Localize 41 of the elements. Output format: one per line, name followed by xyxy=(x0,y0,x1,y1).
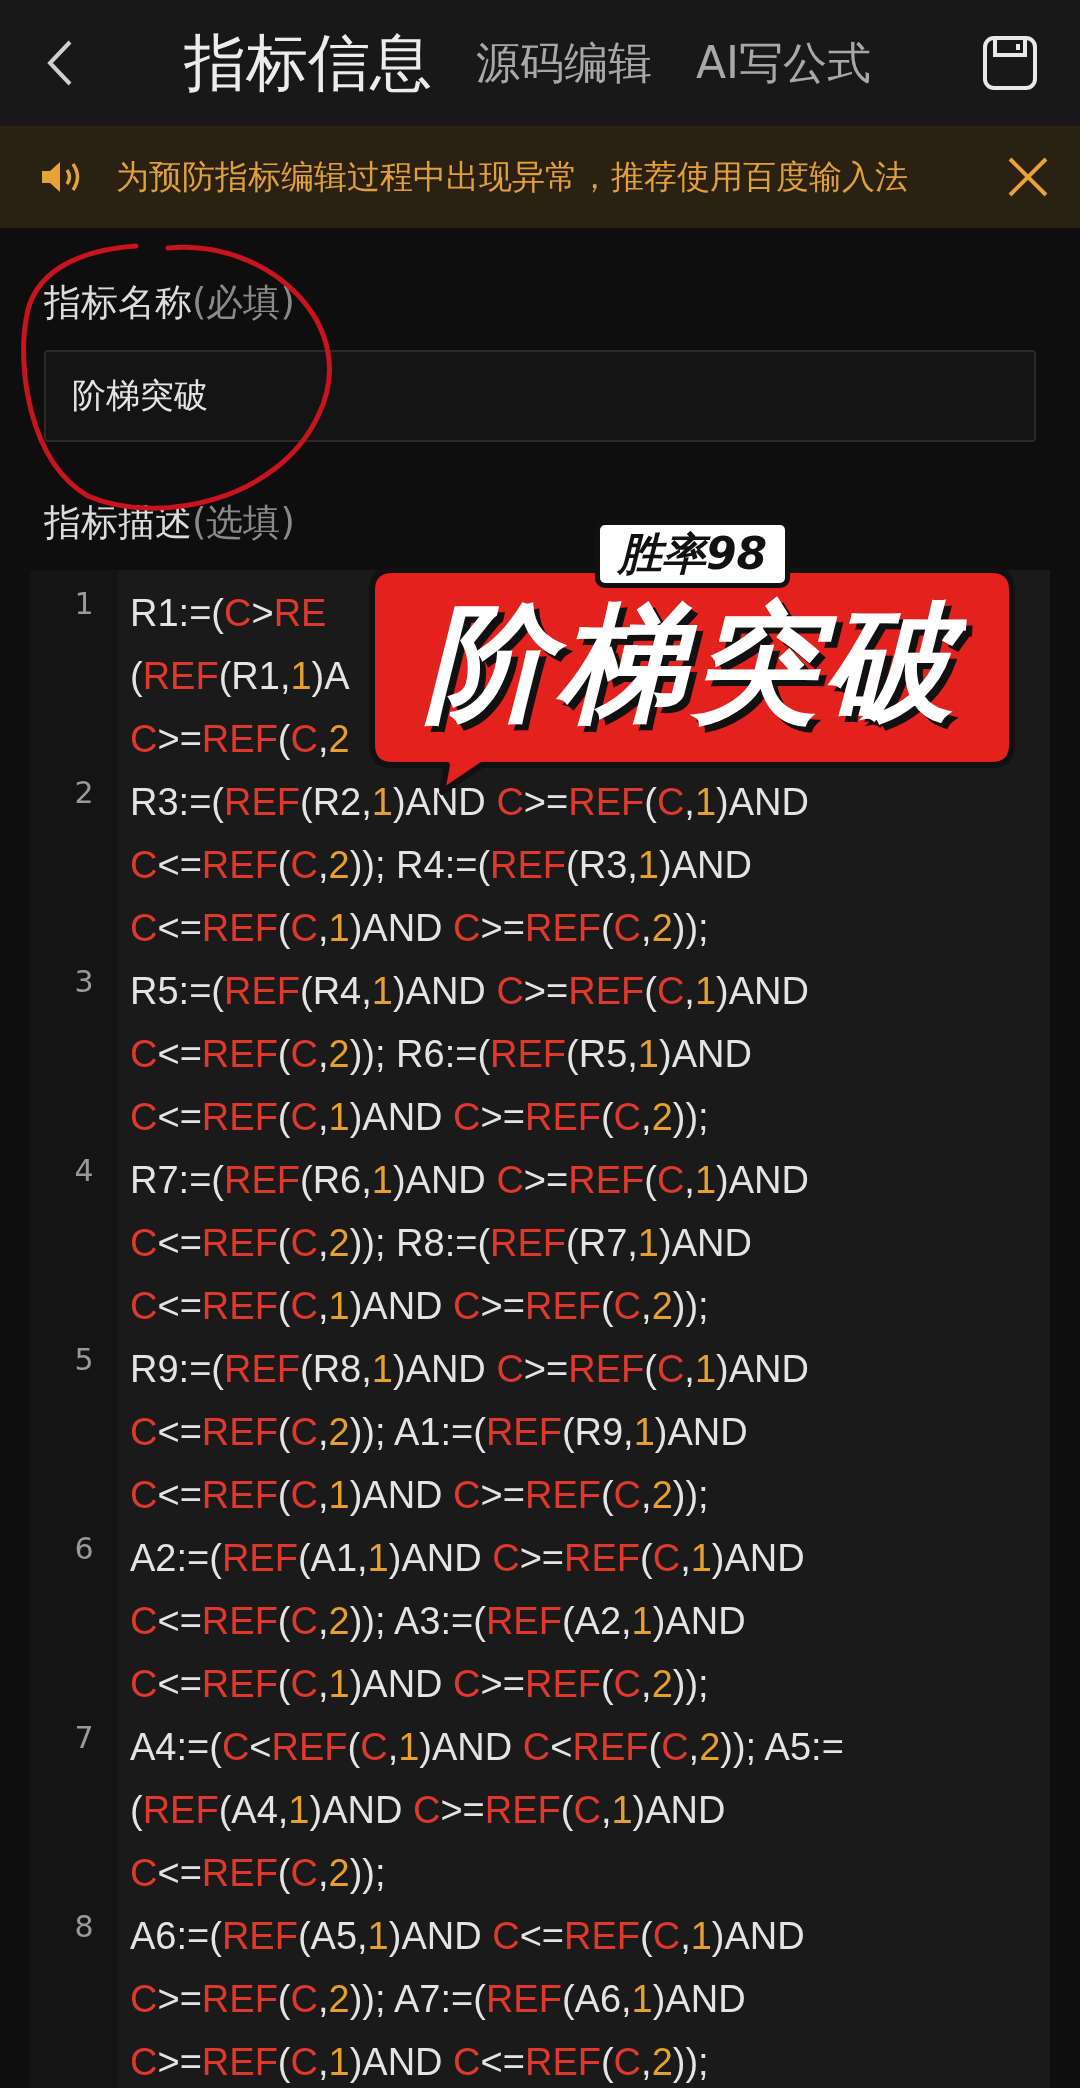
tab[interactable]: AI写公式 xyxy=(696,33,872,93)
code-text: A4:=(C<REF(C,1)AND C<REF(C,2)); A5:= xyxy=(130,1725,844,1770)
code-text: C<=REF(C,2)); R4:=(REF(R3,1)AND xyxy=(130,843,753,888)
code-text: C<=REF(C,1)AND C>=REF(C,2)); xyxy=(130,1473,710,1518)
code-text: C<=REF(C,1)AND C>=REF(C,2)); xyxy=(130,1284,710,1329)
code-text: R9:=(REF(R8,1)AND C>=REF(C,1)AND xyxy=(130,1347,809,1392)
line-number: 1 xyxy=(73,585,95,623)
code-text: C<=REF(C,2)); R6:=(REF(R5,1)AND xyxy=(130,1032,753,1077)
notice-text: 为预防指标编辑过程中出现异常，推荐使用百度输入法 xyxy=(116,155,909,198)
code-text: C>=REF(C,2)); A7:=(REF(A6,1)AND xyxy=(130,1977,747,2022)
code-text: A2:=(REF(A1,1)AND C>=REF(C,1)AND xyxy=(130,1536,805,1581)
code-text: C<=REF(C,2)); A1:=(REF(R9,1)AND xyxy=(130,1410,749,1455)
name-input-field[interactable]: 阶梯突破 xyxy=(44,350,1036,442)
code-text: C>=REF(C,2 xyxy=(130,717,350,762)
code-text: R1:=(C>RE xyxy=(130,591,328,636)
code-text: C<=REF(C,2)); R8:=(REF(R7,1)AND xyxy=(130,1221,753,1266)
code-text: (REF(A4,1)AND C>=REF(C,1)AND xyxy=(130,1788,727,1833)
line-number: 8 xyxy=(73,1908,95,1946)
line-number: 3 xyxy=(73,963,95,1001)
line-number: 7 xyxy=(73,1719,95,1757)
line-number: 2 xyxy=(73,774,95,812)
code-text: C<=REF(C,2)); xyxy=(130,1851,387,1896)
code-text: C<=REF(C,2)); A3:=(REF(A2,1)AND xyxy=(130,1599,747,1644)
save-icon[interactable] xyxy=(982,35,1038,91)
code-text: R5:=(REF(R4,1)AND C>=REF(C,1)AND xyxy=(130,969,809,1014)
tab[interactable]: 指标信息 xyxy=(184,21,432,105)
code-text: C<=REF(C,1)AND C>=REF(C,2)); xyxy=(130,1662,710,1707)
close-icon[interactable] xyxy=(1006,155,1050,199)
line-number: 6 xyxy=(73,1530,95,1568)
line-number: 4 xyxy=(73,1152,95,1190)
code-text: R3:=(REF(R2,1)AND C>=REF(C,1)AND xyxy=(130,780,809,825)
code-text: R7:=(REF(R6,1)AND C>=REF(C,1)AND xyxy=(130,1158,809,1203)
tab[interactable]: 源码编辑 xyxy=(476,33,652,93)
code-text: C<=REF(C,1)AND C>=REF(C,2)); xyxy=(130,906,710,951)
code-text: (REF(R1,1)A xyxy=(130,654,350,699)
code-text: C>=REF(C,1)AND C<=REF(C,2)); xyxy=(130,2040,710,2085)
field-label: 指标名称(必填) xyxy=(44,280,296,326)
code-text: C<=REF(C,1)AND C>=REF(C,2)); xyxy=(130,1095,710,1140)
sticker-title: 阶梯突破 xyxy=(382,598,1002,728)
code-text: A6:=(REF(A5,1)AND C<=REF(C,1)AND xyxy=(130,1914,805,1959)
line-number: 5 xyxy=(73,1341,95,1379)
